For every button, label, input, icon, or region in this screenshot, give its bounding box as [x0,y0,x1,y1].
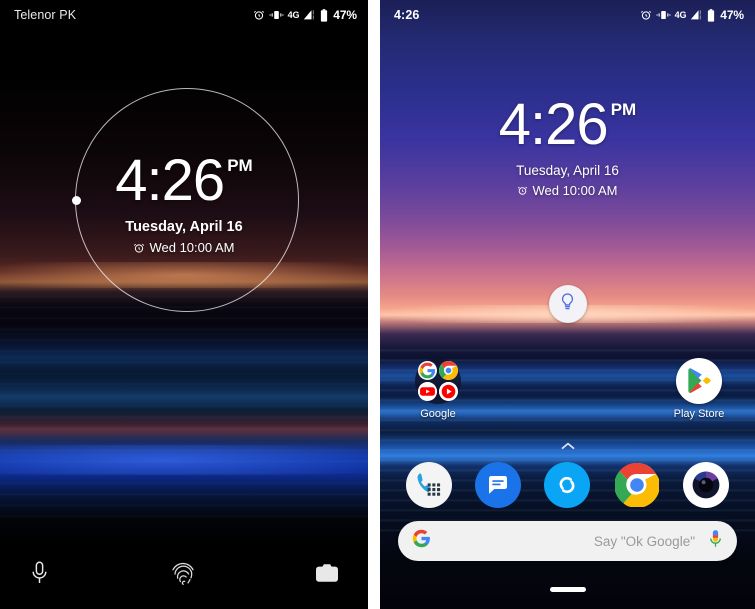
lock-bottom-bar [0,555,368,591]
lock-alarm-row: Wed 10:00 AM [0,240,368,255]
signal-icon [303,9,316,21]
voice-assistant-icon[interactable] [30,561,49,585]
lightbulb-icon [558,292,577,316]
alarm-icon [253,9,265,21]
vibrate-icon [656,9,671,21]
home-gesture-pill[interactable] [549,587,586,592]
youtube-icon [418,382,437,401]
alarm-clock-icon [517,185,528,196]
carrier-label: Telenor PK [14,8,77,22]
play-store-label: Play Store [673,408,725,420]
app-drawer-chevron[interactable] [561,437,575,455]
home-dock [380,458,755,512]
home-app-row: Google Play Store [380,358,755,420]
phone-app[interactable] [405,462,452,508]
home-clock-widget[interactable]: 4:26 PM Tuesday, April 16 Wed 10:00 AM [380,96,755,199]
search-input[interactable]: Say "Ok Google" [432,534,707,549]
lock-clock-widget: 4:26 PM Tuesday, April 16 Wed 10:00 AM [0,152,368,256]
google-g-icon [418,361,437,380]
signal-icon [690,9,703,21]
lock-date: Tuesday, April 16 [125,219,243,235]
alarm-clock-icon [133,242,145,254]
battery-icon [707,8,715,22]
home-date: Tuesday, April 16 [516,163,619,178]
google-g-icon [411,528,432,554]
battery-icon [320,8,328,22]
alarm-icon [640,9,652,21]
home-time-row: 4:26 PM [499,96,636,154]
lightbulb-widget[interactable] [548,285,587,323]
lock-status-bar: Telenor PK 4G 47% [0,0,368,30]
network-type-label: 4G [287,10,300,20]
battery-label: 47% [720,8,744,22]
lock-alarm-label: Wed 10:00 AM [149,240,235,255]
lock-ampm: PM [227,156,253,175]
messages-app[interactable] [475,462,522,508]
home-status-bar: 4:26 4G 47% [380,0,755,30]
fingerprint-icon[interactable] [170,559,196,587]
network-type-label: 4G [674,10,687,20]
camera-icon[interactable] [316,564,338,582]
google-folder-label: Google [420,408,456,420]
wallpaper-streaks [0,290,368,520]
screenshot-stage: Telenor PK 4G 47% 4:26 PM Tuesday, April… [0,0,755,609]
camera-app[interactable] [683,462,730,508]
lock-time-row: 4:26 PM [115,152,252,210]
home-screen-panel: 4:26 4G 47% 4:26 PM Tuesday, April 16 We… [380,0,755,609]
status-icons: 4G 47% [253,8,357,22]
home-alarm-row: Wed 10:00 AM [380,183,755,198]
status-time: 4:26 [394,8,420,22]
battery-label: 47% [333,8,357,22]
shazam-app[interactable] [544,462,591,508]
home-alarm-label: Wed 10:00 AM [532,183,618,198]
vibrate-icon [269,9,284,21]
microphone-icon[interactable] [707,529,724,554]
lock-time: 4:26 [115,148,225,213]
google-search-bar[interactable]: Say "Ok Google" [398,521,737,561]
youtube-music-icon [439,382,458,401]
chrome-icon [439,361,458,380]
home-ampm: PM [610,100,637,119]
lock-screen-panel: Telenor PK 4G 47% 4:26 PM Tuesday, April… [0,0,368,609]
home-time: 4:26 [498,92,609,157]
status-icons: 4G 47% [640,8,744,22]
google-folder[interactable]: Google [396,358,480,420]
chrome-app[interactable] [614,462,660,508]
play-store-app[interactable]: Play Store [657,358,741,420]
folder-icon [415,358,461,404]
play-store-icon [676,358,722,404]
